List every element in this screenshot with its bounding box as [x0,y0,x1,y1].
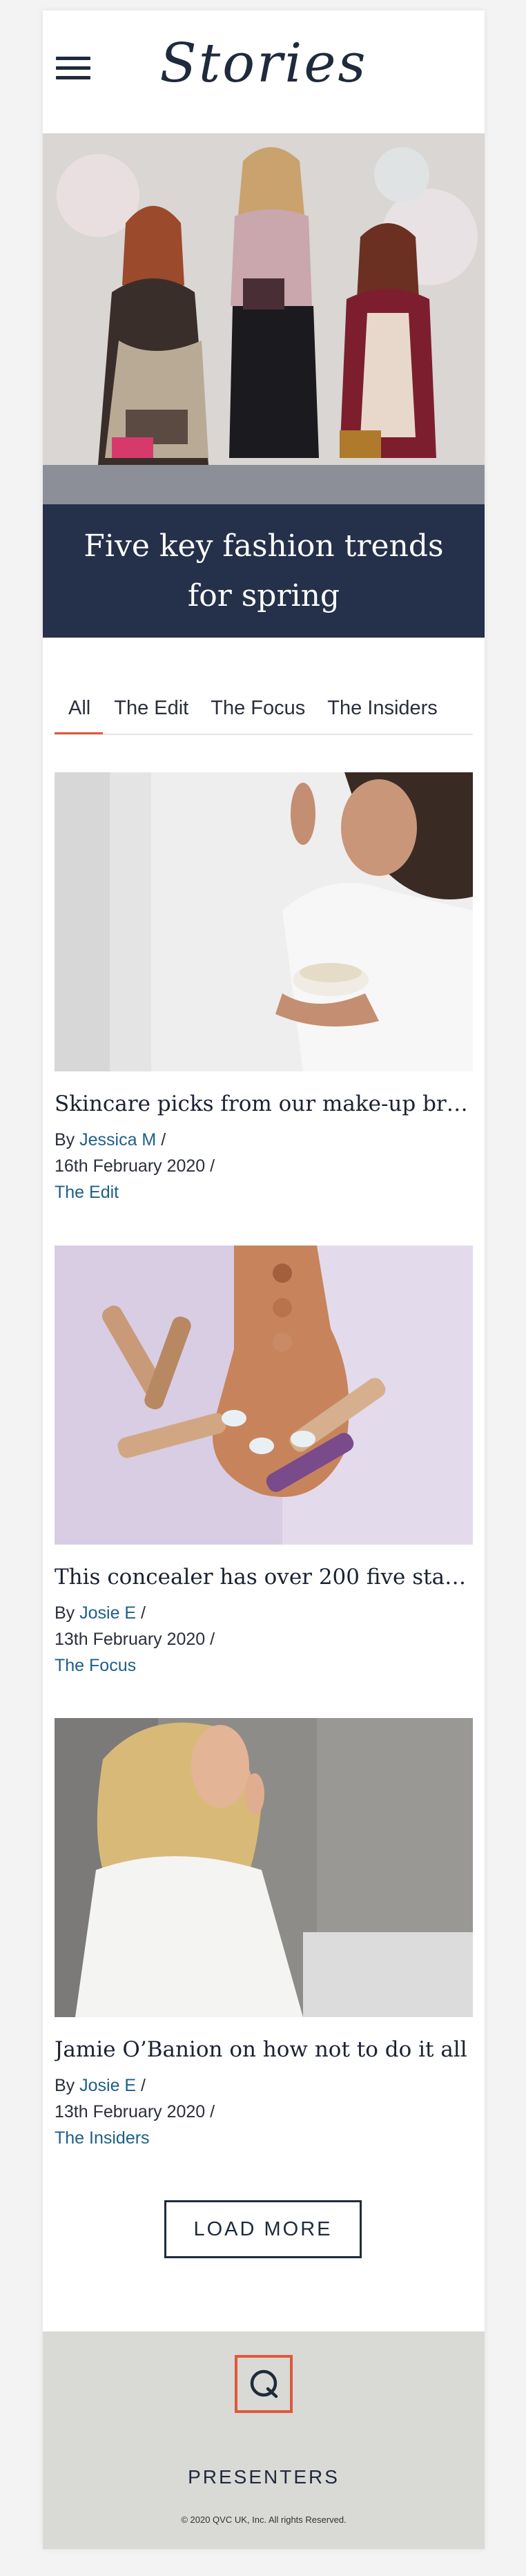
article-meta: By Josie E / 13th February 2020 / The Fo… [55,1600,473,1679]
article-meta: By Jessica M / 16th February 2020 / The … [55,1127,473,1205]
author-link[interactable]: Josie E [79,1603,136,1623]
tab-the-insiders[interactable]: The Insiders [316,691,449,732]
byline-prefix: By [55,1130,80,1149]
article-image[interactable] [55,772,473,1071]
article-title[interactable]: Skincare picks from our make-up brands [55,1089,473,1118]
copyright-text: © 2020 QVC UK, Inc. All rights Reserved. [181,2515,347,2525]
article-card[interactable]: Jamie O’Banion on how not to do it all B… [55,1718,473,2151]
category-link[interactable]: The Edit [55,1183,119,1202]
article-card[interactable]: Skincare picks from our make-up brands B… [55,772,473,1205]
tab-all[interactable]: All [55,691,104,734]
separator: / [205,2102,215,2121]
article-date: 13th February 2020 [55,1630,206,1649]
article-date: 13th February 2020 [55,2102,206,2121]
article-title[interactable]: This concealer has over 200 five star re… [55,1563,473,1592]
qvc-q-logo-icon[interactable] [235,2355,293,2413]
stories-page: Stories Five key fashion trends for spri… [43,10,485,2549]
byline-prefix: By [55,2076,80,2095]
stories-logo[interactable]: Stories [43,37,485,90]
category-link[interactable]: The Insiders [55,2128,150,2148]
category-link[interactable]: The Focus [55,1656,136,1675]
category-tabs: All The Edit The Focus The Insiders [55,691,473,735]
author-link[interactable]: Josie E [79,2076,136,2095]
hero-feature[interactable]: Five key fashion trends for spring [43,133,485,638]
article-title[interactable]: Jamie O’Banion on how not to do it all [55,2035,473,2064]
site-footer: PRESENTERS © 2020 QVC UK, Inc. All right… [43,2331,485,2549]
article-image[interactable] [55,1246,473,1545]
tab-the-focus[interactable]: The Focus [199,691,316,732]
article-image[interactable] [55,1718,473,2017]
separator: / [156,1130,166,1149]
separator: / [205,1630,215,1649]
separator: / [136,1603,146,1623]
hero-caption[interactable]: Five key fashion trends for spring [43,504,485,638]
article-card[interactable]: This concealer has over 200 five star re… [55,1246,473,1679]
separator: / [205,1156,215,1176]
hero-title[interactable]: Five key fashion trends for spring [70,522,457,621]
author-link[interactable]: Jessica M [79,1130,156,1149]
site-header: Stories [43,10,485,133]
presenters-link[interactable]: PRESENTERS [43,2466,485,2488]
hero-image[interactable] [43,133,485,504]
byline-prefix: By [55,1603,80,1623]
load-more-button[interactable]: LOAD MORE [164,2200,362,2258]
tab-the-edit[interactable]: The Edit [103,691,199,732]
separator: / [136,2076,146,2095]
article-date: 16th February 2020 [55,1156,206,1176]
article-meta: By Josie E / 13th February 2020 / The In… [55,2072,473,2151]
